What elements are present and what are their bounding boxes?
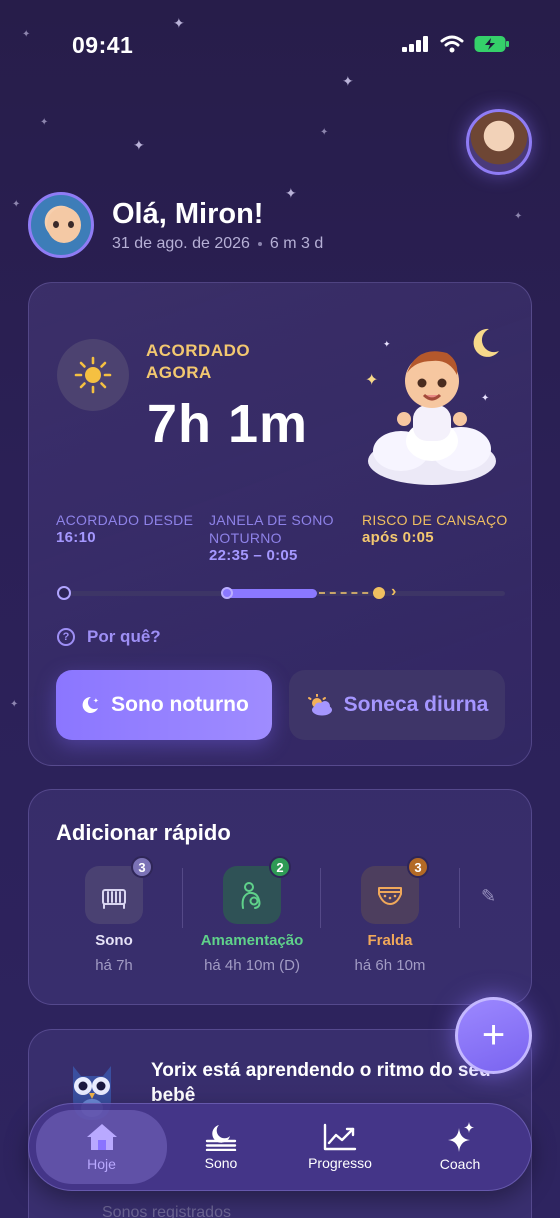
star-icon: ✦ xyxy=(285,185,297,201)
star-icon: ✦ xyxy=(133,137,145,153)
night-sleep-button[interactable]: ✦ Sono noturno xyxy=(56,670,272,740)
moon-star-icon: ✦ xyxy=(82,696,99,713)
bottom-navigation: Hoje Sono Progresso Coach xyxy=(28,1103,532,1191)
greeting-subtitle: 31 de ago. de 2026 6 m 3 d xyxy=(112,235,323,253)
quick-add-name: Amamentação xyxy=(200,932,304,949)
baby-eye xyxy=(53,221,59,228)
divider xyxy=(320,868,321,928)
why-link[interactable]: ? Por quê? xyxy=(57,627,161,647)
timeline-risk-segment xyxy=(319,592,379,594)
crib-icon xyxy=(102,889,126,909)
coach-title: Yorix está aprendendo o ritmo do seu beb… xyxy=(151,1060,491,1106)
daytime-nap-button[interactable]: Soneca diurna xyxy=(289,670,505,740)
tab-label: Progresso xyxy=(308,1155,372,1171)
status-icons xyxy=(402,35,510,53)
count-badge: 3 xyxy=(407,856,429,878)
pencil-icon[interactable]: ✎ xyxy=(481,886,496,907)
breastfeeding-icon xyxy=(241,882,261,909)
tab-label: Sono xyxy=(204,1155,238,1171)
awake-timeline: › xyxy=(57,583,505,601)
quick-add-diaper[interactable]: 3 Fralda há 6h 10m xyxy=(330,856,450,974)
chevron-right-icon: › xyxy=(391,583,397,600)
metric-label: RISCO DE CANSAÇO xyxy=(362,512,508,528)
tiredness-risk-metric: RISCO DE CANSAÇO após 0:05 xyxy=(362,511,508,547)
night-window-metric: JANELA DE SONO NOTURNO 22:35 – 0:05 xyxy=(209,511,339,565)
greeting-title: Olá, Miron! xyxy=(112,198,264,230)
quick-add-ago: há 7h xyxy=(95,957,133,974)
tab-today[interactable]: Hoje xyxy=(36,1110,167,1184)
star-icon: ✦ xyxy=(320,127,329,138)
sun-badge xyxy=(57,339,129,411)
tab-label: Coach xyxy=(439,1156,481,1172)
quick-add-icon-box: 3 xyxy=(85,856,153,924)
moon-waves-icon xyxy=(205,1125,237,1151)
tab-coach[interactable]: Coach xyxy=(400,1110,520,1184)
svg-text:✦: ✦ xyxy=(481,393,489,404)
count-badge: 2 xyxy=(269,856,291,878)
quick-add-name: Sono xyxy=(95,932,133,949)
baby-avatar[interactable] xyxy=(28,192,94,258)
divider xyxy=(459,868,460,928)
quick-add-sleep[interactable]: 3 Sono há 7h xyxy=(54,856,174,974)
battery-charging-icon xyxy=(474,36,509,52)
wifi-icon xyxy=(440,35,464,53)
sparkles-icon xyxy=(448,1122,474,1152)
svg-text:✦: ✦ xyxy=(383,339,391,349)
divider xyxy=(182,868,183,928)
timeline-window-start-marker xyxy=(221,587,233,599)
question-icon: ? xyxy=(57,628,75,646)
star-icon: ✦ xyxy=(514,211,523,222)
parent-avatar[interactable] xyxy=(466,109,532,175)
night-sleep-label: Sono noturno xyxy=(111,693,249,716)
timeline-start-marker xyxy=(57,586,71,600)
quick-add-ago: há 6h 10m xyxy=(354,957,426,974)
star-icon: ✦ xyxy=(10,699,19,710)
trend-chart-icon xyxy=(323,1123,357,1151)
quick-add-icon-box: 3 xyxy=(361,856,429,924)
count-badge: 3 xyxy=(131,856,153,878)
timeline-risk-marker xyxy=(373,587,385,599)
separator-dot xyxy=(257,242,262,246)
diaper-icon xyxy=(378,887,402,905)
add-button[interactable]: + xyxy=(455,997,532,1074)
plus-icon: + xyxy=(481,1013,506,1057)
sleeps-logged-label: Sonos registrados xyxy=(102,1204,231,1218)
quick-add-name: Fralda xyxy=(367,932,413,949)
sun-icon xyxy=(74,356,112,394)
metric-value: após 0:05 xyxy=(362,529,434,546)
quick-add-title: Adicionar rápido xyxy=(56,820,231,845)
home-icon xyxy=(86,1124,117,1150)
quick-add-card: Adicionar rápido 3 Sono há 7h 2 Amamenta… xyxy=(28,789,532,1005)
metric-label: JANELA DE SONO NOTURNO xyxy=(209,512,334,546)
tab-progress[interactable]: Progresso xyxy=(280,1110,400,1184)
metric-label: ACORDADO DESDE xyxy=(56,512,194,528)
status-time: 09:41 xyxy=(72,32,134,58)
daytime-nap-label: Soneca diurna xyxy=(343,693,489,716)
metric-value: 16:10 xyxy=(56,529,96,546)
signal-icon xyxy=(402,36,428,52)
sun-cloud-icon xyxy=(307,694,332,716)
tab-label: Hoje xyxy=(87,1156,116,1172)
quick-add-breastfeeding[interactable]: 2 Amamentação há 4h 10m (D) xyxy=(192,856,312,974)
baby-eye xyxy=(68,221,74,228)
state-label: ACORDADO AGORA xyxy=(146,341,251,382)
star-icon: ✦ xyxy=(12,199,21,210)
tab-sleep[interactable]: Sono xyxy=(161,1110,281,1184)
baby-date: 31 de ago. de 2026 xyxy=(112,235,250,252)
quick-add-icon-box: 2 xyxy=(223,856,291,924)
sleep-status-card: ACORDADO AGORA 7h 1m ✦ ✦ ✦ ACORDADO DESD… xyxy=(28,282,532,766)
svg-text:✦: ✦ xyxy=(93,697,99,705)
awake-since-metric: ACORDADO DESDE 16:10 xyxy=(56,511,193,547)
metric-value: 22:35 – 0:05 xyxy=(209,547,298,564)
timeline-sleep-window xyxy=(227,589,317,598)
svg-text:✦: ✦ xyxy=(365,372,378,389)
awake-duration: 7h 1m xyxy=(147,394,309,454)
status-bar: 09:41 xyxy=(0,0,560,90)
why-label: Por quê? xyxy=(87,627,161,646)
quick-add-ago: há 4h 10m (D) xyxy=(204,957,300,974)
star-icon: ✦ xyxy=(40,117,49,128)
baby-on-cloud-illustration: ✦ ✦ ✦ xyxy=(365,328,499,485)
baby-age: 6 m 3 d xyxy=(269,235,324,252)
